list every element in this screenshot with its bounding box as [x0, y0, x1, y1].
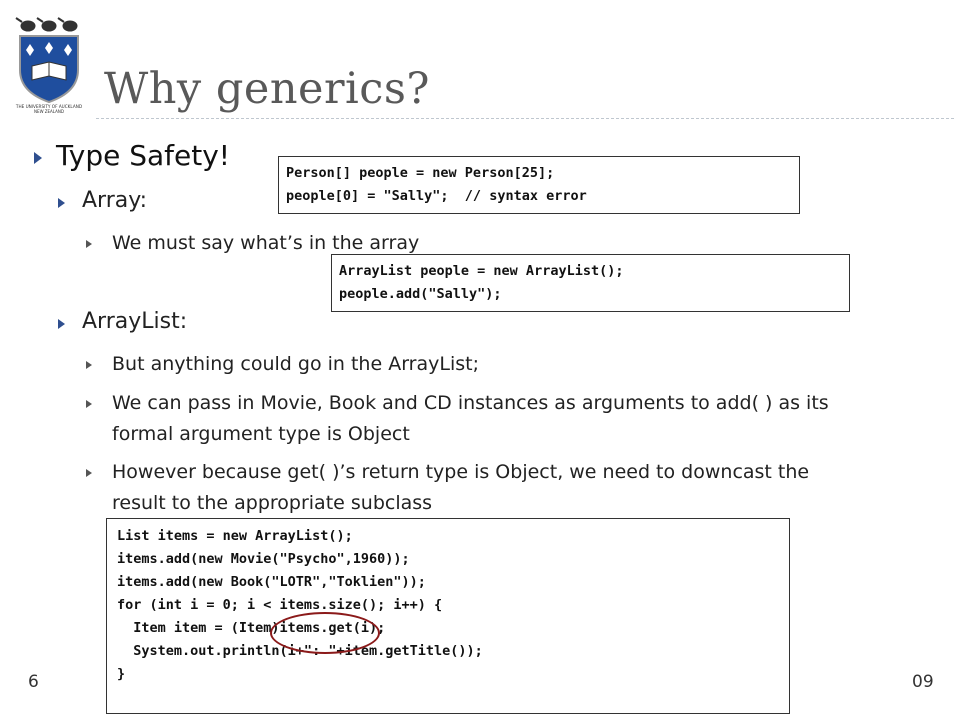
code-line: Person[] people = new Person[25];	[286, 165, 555, 181]
code-line: Item item = (Item)items.get(i);	[117, 620, 386, 636]
university-crest-icon: THE UNIVERSITY OF AUCKLAND NEW ZEALAND	[12, 14, 86, 114]
bullet-arraylist-sub2-line2: formal argument type is Object	[112, 423, 410, 445]
code-line: people.add("Sally");	[339, 286, 502, 302]
slide-title: Why generics?	[104, 64, 430, 114]
bullet-arraylist-sub3-line1: However because get( )’s return type is …	[112, 461, 810, 483]
code-line: items.add(new Book("LOTR","Toklien"));	[117, 574, 426, 590]
page-number: 6	[28, 672, 39, 692]
bullet-triangle-icon	[58, 198, 65, 208]
svg-text:NEW ZEALAND: NEW ZEALAND	[34, 109, 64, 114]
code-line: System.out.println(i+": "+item.getTitle(…	[117, 643, 483, 659]
bullet-type-safety: Type Safety!	[56, 139, 231, 172]
bullet-triangle-icon	[86, 469, 92, 477]
bullet-arraylist-sub3-line2: result to the appropriate subclass	[112, 492, 433, 514]
bullet-arraylist: ArrayList:	[82, 309, 188, 334]
code-line: people[0] = "Sally"; // syntax error	[286, 188, 587, 204]
bullet-triangle-icon	[34, 152, 42, 164]
footer-number: 09	[912, 672, 934, 692]
bullet-arraylist-sub2-line1: We can pass in Movie, Book and CD instan…	[112, 392, 829, 414]
title-divider	[96, 118, 954, 119]
code-box-array: Person[] people = new Person[25]; people…	[278, 156, 800, 214]
code-line: ArrayList people = new ArrayList();	[339, 263, 624, 279]
bullet-arraylist-sub1: But anything could go in the ArrayList;	[112, 353, 479, 375]
code-line: }	[117, 666, 126, 682]
highlight-circle	[270, 612, 380, 654]
code-box-list: List items = new ArrayList(); items.add(…	[106, 518, 790, 714]
code-box-arraylist: ArrayList people = new ArrayList(); peop…	[331, 254, 850, 312]
code-line: items.add(new Movie("Psycho",1960));	[117, 551, 410, 567]
code-line: List items = new ArrayList();	[117, 528, 353, 544]
code-line: for (int i = 0; i < items.size(); i++) {	[117, 597, 443, 613]
bullet-triangle-icon	[86, 361, 92, 369]
bullet-triangle-icon	[86, 240, 92, 248]
bullet-array: Array:	[82, 188, 148, 213]
bullet-triangle-icon	[86, 400, 92, 408]
bullet-triangle-icon	[58, 319, 65, 329]
